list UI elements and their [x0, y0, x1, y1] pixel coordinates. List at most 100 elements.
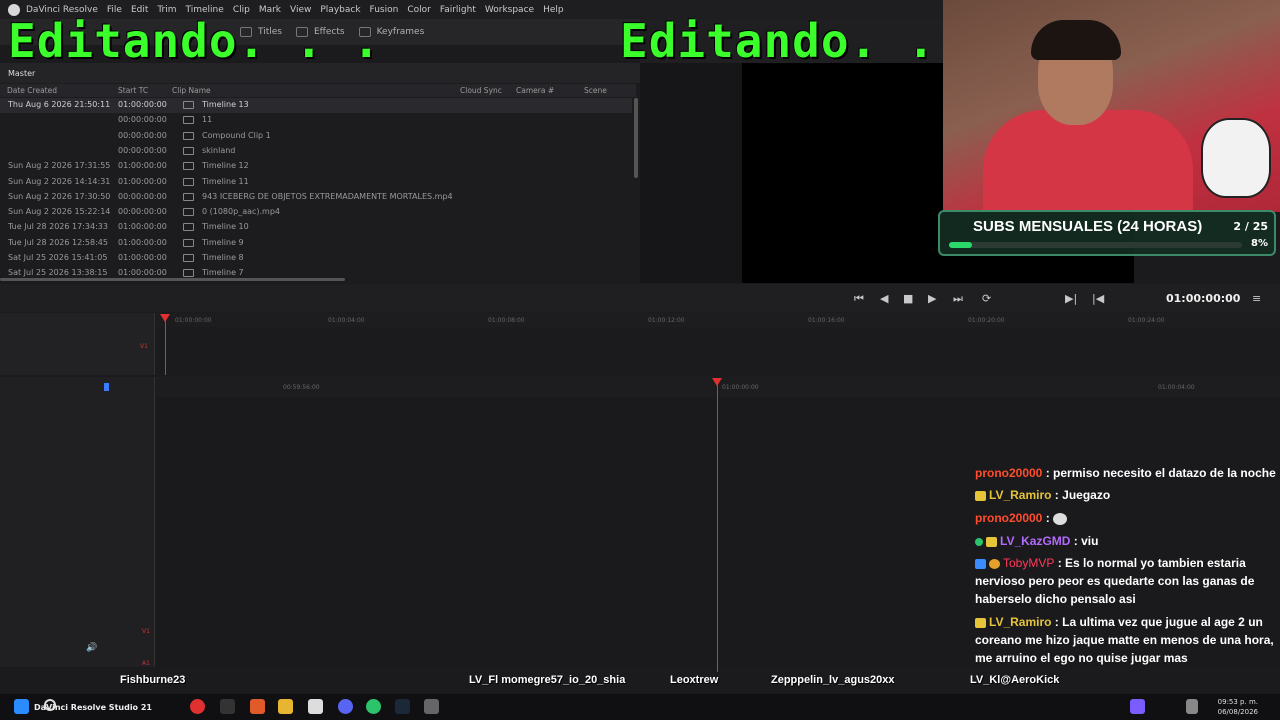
- ruler-tick: 01:00:16:00: [808, 317, 845, 324]
- col-date-created[interactable]: Date Created: [7, 86, 57, 95]
- row-date: Tue Jul 28 2026 12:58:45: [8, 237, 108, 247]
- col-camera[interactable]: Camera #: [516, 86, 554, 95]
- col-scene[interactable]: Scene: [584, 86, 607, 95]
- sub-badge-icon: [975, 558, 986, 569]
- menu-timeline[interactable]: Timeline: [186, 5, 224, 15]
- app-icon[interactable]: [220, 699, 235, 714]
- media-pool-row[interactable]: 00:00:00:00 skinland: [0, 144, 632, 159]
- ruler-tick: 01:00:04:00: [1158, 384, 1195, 391]
- chat-message: LV_KazGMD : viu: [975, 532, 1278, 550]
- row-clip-name: Timeline 13: [202, 100, 249, 109]
- menu-mark[interactable]: Mark: [259, 5, 281, 15]
- media-pool-row[interactable]: 00:00:00:00 Compound Clip 1: [0, 129, 632, 144]
- menu-file[interactable]: File: [107, 5, 122, 15]
- chat-overlay: prono20000 : permiso necesito el datazo …: [972, 462, 1278, 672]
- app-icon[interactable]: [190, 699, 205, 714]
- upper-track-header: V1: [0, 313, 155, 375]
- clock-time: 09:53 p. m.: [1217, 698, 1258, 706]
- media-pool-row[interactable]: Sun Aug 2 2026 17:30:50 00:00:00:00 943 IC…: [0, 190, 632, 205]
- go-to-start-icon[interactable]: ⏮: [854, 292, 864, 306]
- col-start-tc[interactable]: Start TC: [118, 86, 148, 95]
- col-clip-name[interactable]: Clip Name: [172, 86, 211, 95]
- cat-sticker-icon: [1201, 118, 1271, 198]
- menu-fusion[interactable]: Fusion: [370, 5, 399, 15]
- media-pool-row[interactable]: Tue Jul 28 2026 17:34:33 01:00:00:00 Timel…: [0, 220, 632, 235]
- next-clip-icon[interactable]: ▶|: [1065, 292, 1077, 305]
- chat-message: TobyMVP : Es lo normal yo tambien estari…: [975, 556, 1255, 606]
- media-pool-row[interactable]: Sun Aug 2 2026 17:31:55 01:00:00:00 Timeli…: [0, 159, 632, 174]
- go-to-end-icon[interactable]: ⏭: [953, 292, 963, 306]
- menu-color[interactable]: Color: [407, 5, 431, 15]
- upper-track[interactable]: [155, 327, 1280, 375]
- upper-ruler[interactable]: 01:00:00:00 01:00:04:00 01:00:08:00 01:0…: [155, 313, 1280, 327]
- clip-type-icon: [183, 192, 194, 201]
- row-start-tc: 01:00:00:00: [118, 268, 167, 278]
- taskbar-app-label[interactable]: DaVinci Resolve Studio 21: [34, 703, 152, 712]
- media-pool-columns: Date Created Start TC Clip Name Cloud Sy…: [0, 84, 636, 97]
- crown-badge-icon: [986, 536, 997, 547]
- menu-workspace[interactable]: Workspace: [485, 5, 534, 15]
- clip-type-icon: [183, 101, 194, 109]
- media-pool-row[interactable]: Sun Aug 2 2026 15:22:14 00:00:00:00 0 (108…: [0, 205, 632, 220]
- menu-help[interactable]: Help: [543, 5, 564, 15]
- row-start-tc: 01:00:00:00: [118, 222, 167, 232]
- clip-type-icon: [183, 146, 194, 155]
- media-pool-row[interactable]: Tue Jul 28 2026 12:58:45 01:00:00:00 Timel…: [0, 236, 632, 251]
- col-cloud-sync[interactable]: Cloud Sync: [460, 86, 502, 95]
- row-start-tc: 00:00:00:00: [118, 145, 167, 155]
- steam-icon[interactable]: [395, 699, 410, 714]
- row-date: Sun Aug 2 2026 14:14:31: [8, 176, 111, 186]
- stop-icon[interactable]: ■: [903, 292, 913, 305]
- chat-text: Juegazo: [1062, 488, 1111, 502]
- ruler-tick: 01:00:04:00: [328, 317, 365, 324]
- row-clip-name: Timeline 12: [202, 161, 249, 171]
- app-icon[interactable]: [424, 699, 439, 714]
- app-icon[interactable]: [308, 699, 323, 714]
- menu-clip[interactable]: Clip: [233, 5, 250, 15]
- track-label-v1: V1: [140, 343, 148, 350]
- media-pool-h-scrollbar[interactable]: [0, 278, 345, 281]
- snap-icon[interactable]: [104, 383, 109, 391]
- volume-tray-icon[interactable]: [1186, 699, 1198, 714]
- row-start-tc: 00:00:00:00: [118, 191, 167, 201]
- menu-edit[interactable]: Edit: [131, 5, 148, 15]
- media-pool-row[interactable]: 00:00:00:00 11: [0, 113, 632, 128]
- menu-trim[interactable]: Trim: [157, 5, 176, 15]
- brave-icon[interactable]: [250, 699, 265, 714]
- row-clip-name: Timeline 9: [202, 237, 244, 247]
- row-start-tc: 00:00:00:00: [118, 115, 167, 125]
- clip-type-icon: [183, 238, 194, 247]
- discord-icon[interactable]: [338, 699, 353, 714]
- subs-goal-widget: SUBS MENSUALES (24 HORAS) 2 / 25 8%: [938, 210, 1276, 256]
- windows-start-icon[interactable]: [14, 699, 29, 714]
- crown-badge-icon: [975, 617, 986, 628]
- chat-user: LV_Ramiro: [989, 615, 1052, 629]
- media-pool-row[interactable]: Sat Jul 25 2026 15:41:05 01:00:00:00 Timel…: [0, 251, 632, 266]
- row-date: Tue Jul 28 2026 17:34:33: [8, 222, 108, 232]
- menu-playback[interactable]: Playback: [320, 5, 360, 15]
- row-start-tc: 01:00:00:00: [118, 253, 167, 262]
- media-pool-row[interactable]: Sun Aug 2 2026 14:14:31 01:00:00:00 Timeli…: [0, 175, 632, 190]
- play-reverse-icon[interactable]: ◀: [880, 292, 888, 305]
- clip-type-icon: [183, 254, 194, 262]
- taskbar-clock[interactable]: 09:53 p. m. 06/08/2026: [1218, 697, 1258, 717]
- app-icon[interactable]: [366, 699, 381, 714]
- menu-view[interactable]: View: [290, 5, 311, 15]
- clip-type-icon: [183, 223, 194, 232]
- loop-icon[interactable]: ⟳: [982, 292, 991, 305]
- viewer-name: Fishburne23: [120, 674, 186, 686]
- folder-icon[interactable]: [278, 699, 293, 714]
- chat-user: prono20000: [975, 511, 1043, 525]
- row-start-tc: 01:00:00:00: [118, 100, 167, 109]
- play-icon[interactable]: ▶: [928, 292, 936, 305]
- chat-user: prono20000: [975, 466, 1043, 480]
- chat-text: viu: [1081, 534, 1099, 548]
- prev-clip-icon[interactable]: |◀: [1092, 292, 1104, 305]
- volume-icon[interactable]: 🔊: [86, 643, 97, 653]
- menu-icon[interactable]: ≡: [1252, 292, 1261, 305]
- tray-icon[interactable]: [1130, 699, 1145, 714]
- menu-fairlight[interactable]: Fairlight: [440, 5, 476, 15]
- media-pool-row[interactable]: Thu Aug 6 2026 21:50:11 01:00:00:00 Timeli…: [0, 98, 632, 114]
- media-pool-scrollbar[interactable]: [634, 98, 638, 178]
- viewer-timecode[interactable]: 01:00:00:00: [1166, 292, 1240, 305]
